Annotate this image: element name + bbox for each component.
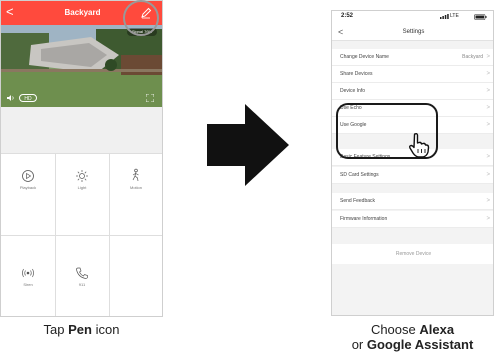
chevron-right-icon: > [486, 122, 490, 128]
control-grid: Playback Light Motion Siren 911 [1, 153, 162, 316]
spacer-panel [1, 107, 162, 153]
row-value: Backyard [462, 54, 483, 60]
motion-icon [132, 168, 139, 182]
playback-button[interactable]: Playback [1, 153, 55, 235]
caption-bold: Pen [68, 322, 92, 337]
row-label: Firmware Information [340, 216, 388, 222]
row-change-device-name[interactable]: Change Device Name Backyard > [332, 49, 493, 66]
left-phone-screen: < Backyard Signal 76% HD Playback Light … [0, 0, 163, 317]
volume-icon[interactable] [7, 94, 15, 102]
right-phone-screen: 2:52 LTE < Settings Change Device Name B… [331, 10, 494, 316]
row-label: Change Device Name [340, 54, 389, 60]
row-share-devices[interactable]: Share Devices > [332, 66, 493, 83]
row-label: Device Info [340, 88, 366, 94]
motion-label: Motion [129, 185, 142, 190]
playback-label: Playback [19, 185, 37, 190]
battery-icon [474, 14, 487, 20]
caption-text: or [351, 337, 367, 352]
row-device-info[interactable]: Device Info > [332, 83, 493, 100]
row-label: Send Feedback [340, 198, 376, 204]
phone-icon [76, 267, 88, 279]
right-caption: Choose Alexa or Google Assistant [331, 322, 494, 352]
status-time: 2:52 [341, 13, 354, 19]
motion-button[interactable]: Motion [109, 153, 162, 235]
chevron-right-icon: > [486, 198, 490, 204]
left-caption: Tap Pen icon [0, 322, 163, 337]
caption-text: Choose [370, 322, 420, 337]
light-label: Light [77, 185, 87, 190]
light-button[interactable]: Light [55, 153, 109, 235]
signal-bars-icon [440, 14, 449, 19]
chevron-right-icon: > [486, 54, 490, 60]
remove-device-button[interactable]: Remove Device [332, 244, 493, 264]
status-bar [332, 11, 493, 24]
row-label: SD Card Settings [340, 172, 379, 178]
caption-bold: Alexa [419, 322, 455, 337]
chevron-right-icon: > [486, 105, 490, 111]
row-send-feedback[interactable]: Send Feedback > [332, 193, 493, 210]
row-label: Share Devices [340, 71, 373, 77]
row-firmware-information[interactable]: Firmware Information > [332, 211, 493, 228]
caption-text: Tap [43, 322, 69, 337]
emergency-label: 911 [78, 282, 86, 287]
caption-bold: Google Assistant [366, 337, 474, 352]
status-carrier: LTE [450, 13, 459, 19]
pen-highlight-circle [123, 0, 159, 36]
right-arrow-icon [207, 104, 289, 186]
caption-text: icon [91, 322, 120, 337]
row-sd-card-settings[interactable]: SD Card Settings > [332, 167, 493, 184]
chevron-right-icon: > [486, 172, 490, 178]
chevron-right-icon: > [486, 88, 490, 94]
siren-label: Siren [23, 282, 33, 287]
siren-button[interactable]: Siren [1, 236, 55, 316]
light-icon [76, 170, 88, 182]
hd-toggle[interactable]: HD [19, 94, 37, 102]
chevron-right-icon: > [486, 71, 490, 77]
page-title: Settings [402, 29, 425, 35]
chevron-right-icon: > [486, 154, 490, 160]
pointing-hand-icon [408, 132, 430, 158]
siren-icon [22, 268, 34, 278]
playback-icon [22, 170, 34, 182]
fullscreen-icon[interactable] [146, 94, 154, 102]
emergency-call-button[interactable]: 911 [55, 236, 109, 316]
chevron-right-icon: > [486, 216, 490, 222]
